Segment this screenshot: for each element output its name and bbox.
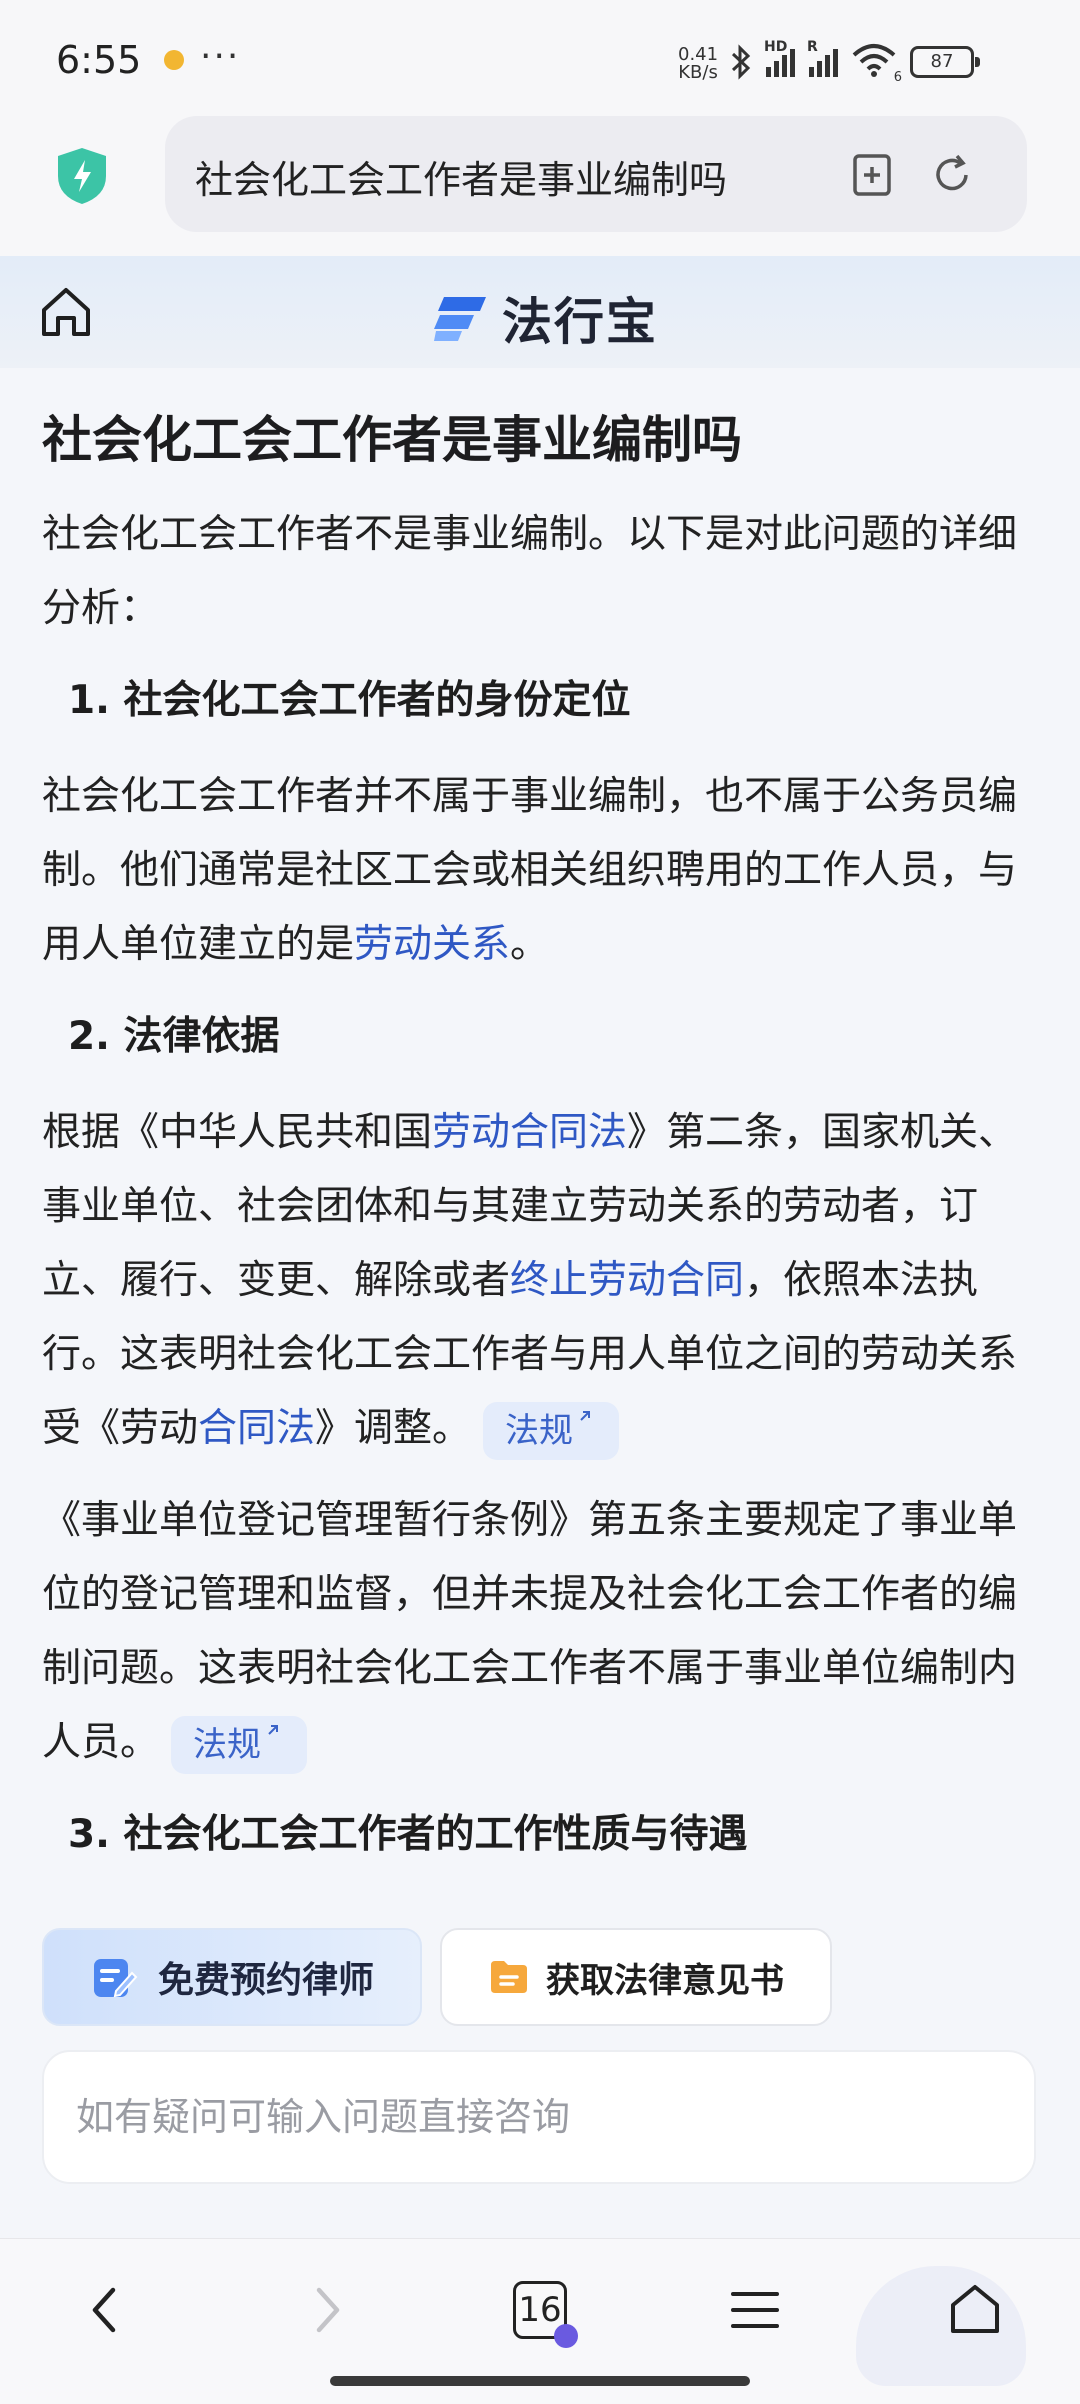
moon-icon: [164, 50, 184, 70]
tab-count: 16: [518, 2290, 562, 2330]
menu-icon: [731, 2292, 779, 2328]
page-title: 社会化工会工作者是事业编制吗: [42, 411, 742, 469]
signal-icon-sim2: R: [807, 39, 838, 77]
external-link-icon: [268, 1724, 279, 1735]
book-lawyer-button[interactable]: 免费预约律师: [42, 1928, 422, 2026]
external-link-icon: [580, 1410, 591, 1421]
address-bar-text[interactable]: 社会化工会工作者是事业编制吗: [195, 149, 775, 204]
battery-indicator: 87: [910, 46, 980, 78]
brand-name: 法行宝: [502, 293, 658, 351]
book-lawyer-label: 免费预约律师: [157, 1960, 374, 2001]
law-reference-tag[interactable]: 法规: [171, 1715, 308, 1774]
reload-icon[interactable]: [927, 150, 977, 200]
network-speed-unit: KB/s: [678, 62, 718, 83]
status-bar: 6:55 ··· 0.41 KB/s HD R 6 87: [0, 0, 1080, 120]
edit-note-icon: [93, 1959, 138, 1998]
link-contract-law[interactable]: 合同法: [198, 1406, 315, 1451]
browser-toolbar: 社会化工会工作者是事业编制吗: [0, 110, 1080, 256]
legal-opinion-label: 获取法律意见书: [546, 1960, 784, 2001]
chevron-left-icon: [92, 2287, 116, 2333]
legal-opinion-button[interactable]: 获取法律意见书: [440, 1928, 832, 2026]
sim1-tag: HD: [764, 39, 788, 55]
security-shield-icon[interactable]: [54, 146, 110, 206]
more-notifications-icon: ···: [200, 36, 241, 77]
section-heading-2: 2. 法律依据: [68, 1014, 280, 1059]
section-heading-3: 3. 社会化工会工作者的工作性质与待遇: [68, 1812, 748, 1857]
status-icons: HD R 6 87: [730, 39, 980, 85]
brand-logo-icon: [434, 297, 486, 341]
folder-icon: [491, 1961, 527, 1993]
law-tag-label: 法规: [505, 1410, 574, 1451]
sim2-tag: R: [807, 39, 818, 55]
wifi-icon: 6: [852, 43, 902, 85]
address-bar[interactable]: 社会化工会工作者是事业编制吗: [165, 116, 1027, 232]
forward-button[interactable]: [292, 2275, 362, 2345]
action-buttons: 免费预约律师 获取法律意见书: [42, 1928, 1042, 2026]
bluetooth-icon: [731, 44, 751, 80]
section-2-paragraph-1: 根据《中华人民共和国劳动合同法》第二条，国家机关、事业单位、社会团体和与其建立劳…: [42, 1096, 1042, 1466]
site-header: 法行宝: [0, 256, 1080, 368]
text-segment: 根据《中华人民共和国: [42, 1110, 433, 1155]
section-2-paragraph-2: 《事业单位登记管理暂行条例》第五条主要规定了事业单位的登记管理和监督，但并未提及…: [42, 1484, 1042, 1780]
ghost-badge-icon: [554, 2324, 578, 2348]
signal-icon-sim1: HD: [764, 39, 795, 77]
home-indicator[interactable]: [330, 2376, 750, 2386]
brand-logo: 法行宝: [434, 282, 658, 354]
status-time: 6:55: [56, 38, 142, 82]
add-bookmark-icon[interactable]: [847, 150, 897, 200]
home-icon[interactable]: [38, 284, 94, 340]
link-labor-relation[interactable]: 劳动关系: [354, 922, 510, 967]
article-content: 社会化工会工作者是事业编制吗 社会化工会工作者不是事业编制。以下是对此问题的详细…: [42, 408, 1042, 1894]
link-terminate-contract[interactable]: 终止劳动合同: [510, 1258, 744, 1303]
question-input[interactable]: [42, 2050, 1036, 2184]
wifi-sub: 6: [893, 70, 902, 85]
section-1-paragraph: 社会化工会工作者并不属于事业编制，也不属于公务员编制。他们通常是社区工会或相关组…: [42, 760, 1042, 982]
chevron-right-icon: [316, 2287, 340, 2333]
text-segment: 。: [510, 922, 550, 967]
intro-paragraph: 社会化工会工作者不是事业编制。以下是对此问题的详细分析：: [42, 512, 1018, 631]
law-tag-label: 法规: [193, 1724, 262, 1765]
link-labor-contract-law[interactable]: 劳动合同法: [432, 1110, 627, 1155]
network-speed: 0.41 KB/s: [678, 46, 718, 82]
home-outline-icon: [951, 2285, 999, 2333]
section-heading-1: 1. 社会化工会工作者的身份定位: [68, 678, 631, 723]
menu-button[interactable]: [720, 2275, 790, 2345]
text-segment: 》调整。: [315, 1406, 472, 1451]
home-tab-button[interactable]: [940, 2274, 1010, 2344]
tabs-button[interactable]: 16: [505, 2275, 578, 2348]
back-button[interactable]: [70, 2275, 140, 2345]
law-reference-tag[interactable]: 法规: [483, 1401, 620, 1460]
